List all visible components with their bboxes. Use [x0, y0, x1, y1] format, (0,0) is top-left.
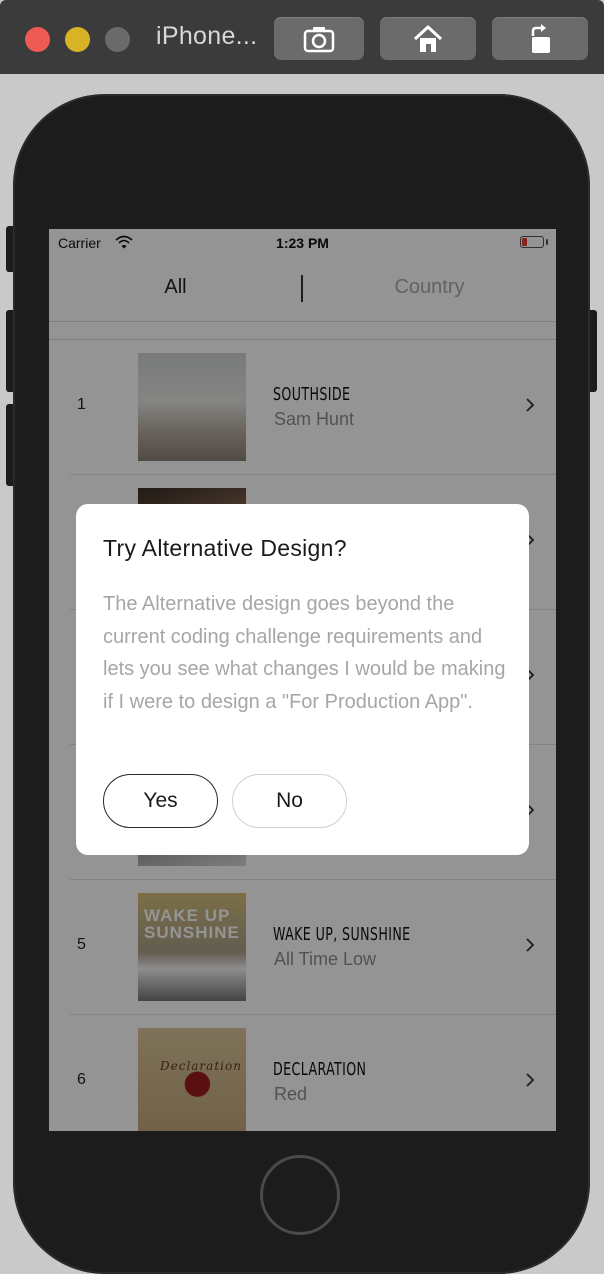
rotate-icon	[531, 23, 550, 53]
minimize-window-button[interactable]	[65, 27, 90, 52]
home-icon	[413, 25, 443, 52]
window-title: iPhone...	[156, 22, 258, 50]
rotate-button[interactable]	[492, 17, 588, 60]
close-window-button[interactable]	[25, 27, 50, 52]
yes-button[interactable]: Yes	[103, 774, 218, 828]
dialog-title: Try Alternative Design?	[103, 535, 347, 561]
simulator-toolbar: iPhone...	[0, 0, 604, 75]
power-button	[589, 310, 597, 392]
no-button[interactable]: No	[232, 774, 347, 828]
camera-icon	[303, 26, 335, 52]
screenshot-button[interactable]	[274, 17, 364, 60]
home-toolbar-button[interactable]	[380, 17, 476, 60]
alternative-design-dialog: Try Alternative Design? The Alternative …	[76, 504, 529, 855]
zoom-window-button[interactable]	[105, 27, 130, 52]
dialog-message: The Alternative design goes beyond the c…	[103, 593, 506, 713]
home-button[interactable]	[260, 1155, 340, 1235]
